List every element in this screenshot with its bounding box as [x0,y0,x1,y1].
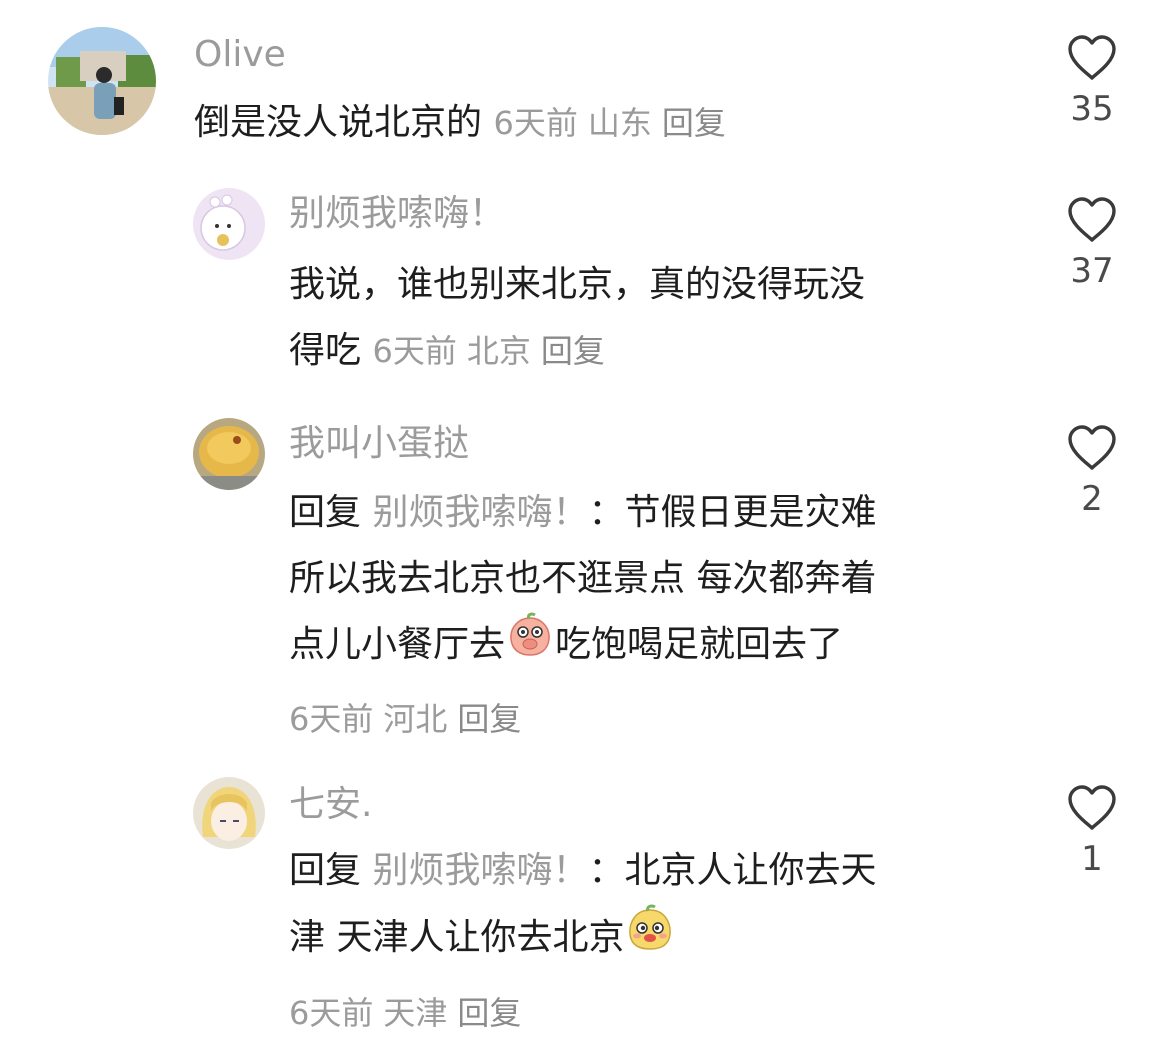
location: 天津 [383,994,448,1032]
yellow-blob-smug-emoji [626,904,674,974]
comment-line: 所以我去北京也不逛景点 每次都奔着 [289,558,877,599]
like-button[interactable]: 1 [1062,784,1122,876]
comment-line: 回复 别烦我嗦嗨！：北京人让你去天 [289,838,877,904]
comment-line-last: 得吃 6天前 北京 回复 [289,318,865,384]
avatar[interactable] [193,188,265,260]
comment-meta: 6天前 山东 回复 [493,104,735,142]
peach-covering-mouth-emoji [507,612,553,680]
timestamp: 6天前 [493,104,578,142]
comment-meta: 6天前 天津 回复 [289,980,877,1046]
comment-body: 津 天津人让你去北京 [289,917,625,958]
comment-body: ：节假日更是灾难 [588,492,877,533]
timestamp: 6天前 [289,994,374,1032]
like-button[interactable]: 37 [1062,196,1122,288]
avatar[interactable] [193,418,265,490]
reply-button[interactable]: 回复 [457,700,521,738]
heart-outline-icon [1068,35,1116,80]
comment-line: 我说，谁也别来北京，真的没得玩没 [289,264,866,305]
like-count: 1 [1081,839,1103,879]
reply-target-username[interactable]: 别烦我嗦嗨！ [372,850,588,891]
comment-line: 点儿小餐厅去 吃饱喝足就回去了 [289,612,877,680]
avatar[interactable] [193,777,265,849]
comment-body: 倒是没人说北京的 [194,102,483,143]
reply-button[interactable]: 回复 [662,104,726,142]
comment-body: 吃饱喝足就回去了 [555,624,844,665]
reply-button[interactable]: 回复 [457,994,521,1032]
location: 山东 [587,104,652,142]
timestamp: 6天前 [289,700,374,738]
like-button[interactable]: 35 [1062,34,1122,126]
comment-text: 回复 别烦我嗦嗨！：节假日更是灾难 所以我去北京也不逛景点 每次都奔着 点儿小餐… [289,480,877,752]
comment-text: 我说，谁也别来北京，真的没得玩没 得吃 6天前 北京 回复 [289,252,865,384]
comment-body: 点儿小餐厅去 [289,624,506,665]
heart-outline-icon [1068,425,1116,470]
comment-text: 回复 别烦我嗦嗨！：北京人让你去天 津 天津人让你去北京 6天前 天津 回复 [289,838,877,1046]
comment-body: ：北京人让你去天 [588,850,877,891]
comment-line: 津 天津人让你去北京 [289,904,877,974]
heart-outline-icon [1068,197,1116,242]
avatar[interactable] [48,27,156,135]
comment-text: 倒是没人说北京的 6天前 山东 回复 [194,90,736,156]
username[interactable]: 我叫小蛋挞 [289,426,469,462]
comment-meta: 6天前 北京 回复 [372,332,614,370]
reply-button[interactable]: 回复 [541,332,605,370]
comment-line: 得吃 [289,330,362,371]
comment-line: 回复 别烦我嗦嗨！：节假日更是灾难 [289,480,877,546]
username[interactable]: 别烦我嗦嗨！ [289,196,505,232]
like-button[interactable]: 2 [1062,424,1122,516]
like-count: 2 [1081,479,1103,519]
like-count: 37 [1070,251,1114,291]
location: 北京 [466,332,531,370]
like-count: 35 [1070,89,1114,129]
username[interactable]: Olive [194,37,286,73]
reply-label: 回复 [289,492,362,533]
comment-meta: 6天前 河北 回复 [289,686,877,752]
timestamp: 6天前 [372,332,457,370]
reply-label: 回复 [289,850,362,891]
location: 河北 [383,700,448,738]
heart-outline-icon [1068,785,1116,830]
reply-target-username[interactable]: 别烦我嗦嗨！ [372,492,588,533]
username[interactable]: 七安. [289,787,372,823]
